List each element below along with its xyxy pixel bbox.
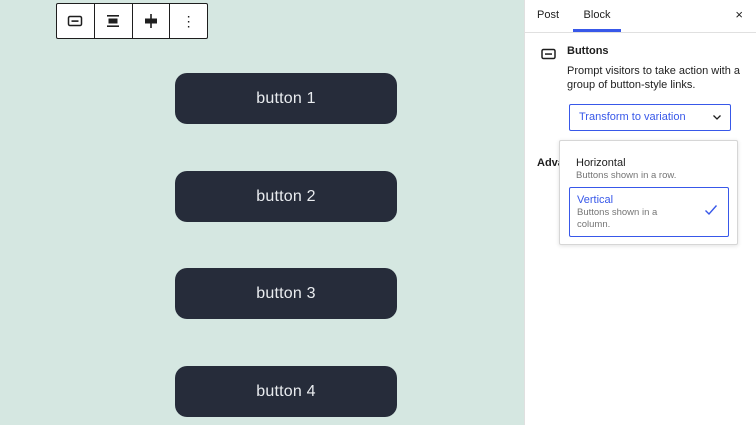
block-type-button[interactable] — [57, 4, 95, 38]
checkmark-icon — [704, 203, 718, 221]
tab-post[interactable]: Post — [537, 0, 559, 32]
block-toolbar: ⋮ — [56, 3, 208, 39]
close-sidebar-button[interactable]: × — [735, 8, 743, 22]
close-icon: × — [735, 7, 743, 22]
buttons-block-icon — [541, 47, 556, 65]
variation-option-horizontal[interactable]: Horizontal Buttons shown in a row. — [569, 149, 729, 185]
variation-dropdown: Horizontal Buttons shown in a row. Verti… — [559, 140, 738, 245]
option-title: Horizontal — [576, 157, 626, 169]
justification-button[interactable] — [95, 4, 133, 38]
more-options-button[interactable]: ⋮ — [170, 4, 207, 38]
chevron-down-icon — [712, 105, 722, 140]
buttons-block-icon — [68, 15, 83, 27]
canvas-button-1[interactable]: button 1 — [175, 73, 397, 124]
more-options-icon: ⋮ — [181, 13, 196, 29]
variation-option-vertical[interactable]: Vertical Buttons shown in a column. — [569, 187, 729, 237]
sidebar-tabs: Post Block × — [525, 0, 756, 33]
option-description: Buttons shown in a column. — [577, 207, 658, 230]
canvas-button-4[interactable]: button 4 — [175, 366, 397, 417]
option-description: Buttons shown in a row. — [576, 170, 677, 181]
vertical-alignment-button[interactable] — [133, 4, 171, 38]
transform-variation-label: Transform to variation — [579, 111, 686, 123]
canvas-button-3[interactable]: button 3 — [175, 268, 397, 319]
vertical-align-icon — [144, 14, 157, 28]
advanced-panel-toggle[interactable]: Advanced — [537, 157, 559, 169]
transform-variation-select[interactable]: Transform to variation — [569, 104, 731, 131]
block-title: Buttons — [567, 45, 609, 57]
justify-icon — [107, 15, 120, 27]
canvas-button-2[interactable]: button 2 — [175, 171, 397, 222]
block-description: Prompt visitors to take action with a gr… — [567, 65, 741, 91]
editor-canvas[interactable]: ⋮ button 1 button 2 button 3 button 4 — [0, 0, 524, 425]
tab-block[interactable]: Block — [573, 0, 621, 32]
